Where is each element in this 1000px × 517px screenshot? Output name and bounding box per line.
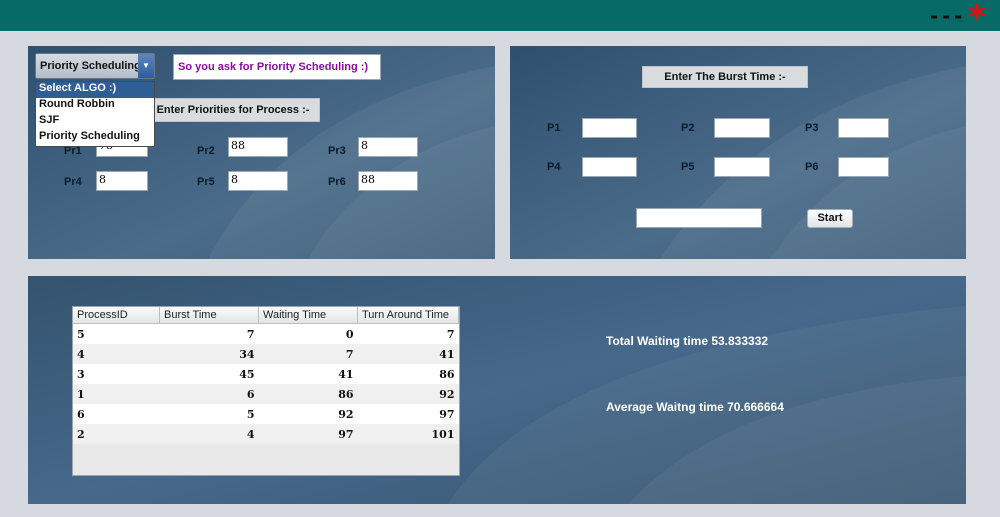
cell: 92 bbox=[258, 404, 358, 424]
p6-label: P6 bbox=[805, 161, 819, 173]
cell: 6 bbox=[159, 384, 259, 404]
cell: 45 bbox=[159, 364, 259, 384]
pr4-input[interactable]: 8 bbox=[96, 171, 148, 191]
priority-panel: Priority Scheduling ▼ So you ask for Pri… bbox=[28, 46, 495, 259]
cell: 86 bbox=[258, 384, 358, 404]
cell: 7 bbox=[258, 344, 358, 364]
algorithm-dropdown: Select ALGO :) Round Robbin SJF Priority… bbox=[35, 81, 155, 147]
pr6-input[interactable]: 88 bbox=[358, 171, 418, 191]
chevron-down-icon[interactable]: ▼ bbox=[138, 54, 154, 78]
cell: 92 bbox=[357, 384, 459, 404]
p4-label: P4 bbox=[547, 161, 561, 173]
p1-label: P1 bbox=[547, 122, 561, 134]
pr3-label: Pr3 bbox=[328, 145, 346, 157]
pr4-label: Pr4 bbox=[64, 176, 82, 188]
table-row[interactable]: 5707 bbox=[73, 323, 459, 344]
cell: 97 bbox=[357, 404, 459, 424]
cell: 41 bbox=[258, 364, 358, 384]
p3-label: P3 bbox=[805, 122, 819, 134]
title-bar: --- * bbox=[0, 0, 1000, 38]
table-row[interactable]: 3 45 41 86 bbox=[73, 364, 459, 384]
average-waiting-time: Average Waitng time 70.666664 bbox=[606, 400, 784, 414]
table-row[interactable]: 1 6 86 92 bbox=[73, 384, 459, 404]
cell: 101 bbox=[357, 424, 459, 444]
algorithm-combo-value: Priority Scheduling bbox=[40, 60, 141, 72]
dropdown-option-sjf[interactable]: SJF bbox=[36, 114, 154, 130]
cell: 2 bbox=[73, 424, 160, 444]
pr2-label: Pr2 bbox=[197, 145, 215, 157]
extra-input[interactable] bbox=[636, 208, 762, 228]
algorithm-message: So you ask for Priority Scheduling :) bbox=[173, 54, 381, 80]
close-icon[interactable]: * bbox=[968, 0, 986, 38]
pr2-input[interactable]: 88 bbox=[228, 137, 288, 157]
algorithm-combo[interactable]: Priority Scheduling ▼ bbox=[35, 53, 155, 79]
p6-input[interactable] bbox=[838, 157, 889, 177]
cell: 3 bbox=[73, 364, 160, 384]
p2-input[interactable] bbox=[714, 118, 770, 138]
cell: 7 bbox=[357, 323, 459, 344]
start-button[interactable]: Start bbox=[807, 209, 853, 228]
p3-input[interactable] bbox=[838, 118, 889, 138]
cell: 34 bbox=[159, 344, 259, 364]
dropdown-option-select-algo[interactable]: Select ALGO :) bbox=[36, 82, 154, 98]
table-row[interactable]: 4 34 7 41 bbox=[73, 344, 459, 364]
cell: 4 bbox=[159, 424, 259, 444]
table-row[interactable]: 2 4 97 101 bbox=[73, 424, 459, 444]
column-header[interactable]: Burst Time bbox=[159, 307, 259, 324]
total-waiting-time: Total Waiting time 53.833332 bbox=[606, 334, 769, 348]
p5-input[interactable] bbox=[714, 157, 770, 177]
cell: 97 bbox=[258, 424, 358, 444]
cell: 1 bbox=[73, 384, 160, 404]
priorities-header: Enter Priorities for Process :- bbox=[146, 98, 320, 122]
pr5-label: Pr5 bbox=[197, 176, 215, 188]
pr3-input[interactable]: 8 bbox=[358, 137, 418, 157]
p1-input[interactable] bbox=[582, 118, 637, 138]
p2-label: P2 bbox=[681, 122, 695, 134]
cell: 86 bbox=[357, 364, 459, 384]
cell: 4 bbox=[73, 344, 160, 364]
pr6-label: Pr6 bbox=[328, 176, 346, 188]
cell: 6 bbox=[73, 404, 160, 424]
column-header[interactable]: Waiting Time bbox=[258, 307, 358, 324]
dropdown-option-priority-scheduling[interactable]: Priority Scheduling bbox=[36, 130, 154, 146]
results-panel: ProcessID Burst Time Waiting Time Turn A… bbox=[28, 276, 966, 504]
results-table: ProcessID Burst Time Waiting Time Turn A… bbox=[72, 306, 460, 476]
cell: 0 bbox=[258, 323, 358, 344]
burst-header: Enter The Burst Time :- bbox=[642, 66, 808, 88]
cell: 7 bbox=[159, 323, 259, 344]
column-header[interactable]: Turn Around Time bbox=[357, 307, 459, 324]
cell: 41 bbox=[357, 344, 459, 364]
table-row[interactable]: 6 5 92 97 bbox=[73, 404, 459, 424]
dropdown-option-round-robbin[interactable]: Round Robbin bbox=[36, 98, 154, 114]
column-header[interactable]: ProcessID bbox=[73, 307, 160, 324]
cell: 5 bbox=[73, 323, 160, 344]
minimize-button[interactable]: --- bbox=[928, 4, 964, 28]
pr5-input[interactable]: 8 bbox=[228, 171, 288, 191]
cell: 5 bbox=[159, 404, 259, 424]
p5-label: P5 bbox=[681, 161, 695, 173]
burst-panel: Enter The Burst Time :- P1 P2 P3 P4 P5 P… bbox=[510, 46, 966, 259]
p4-input[interactable] bbox=[582, 157, 637, 177]
